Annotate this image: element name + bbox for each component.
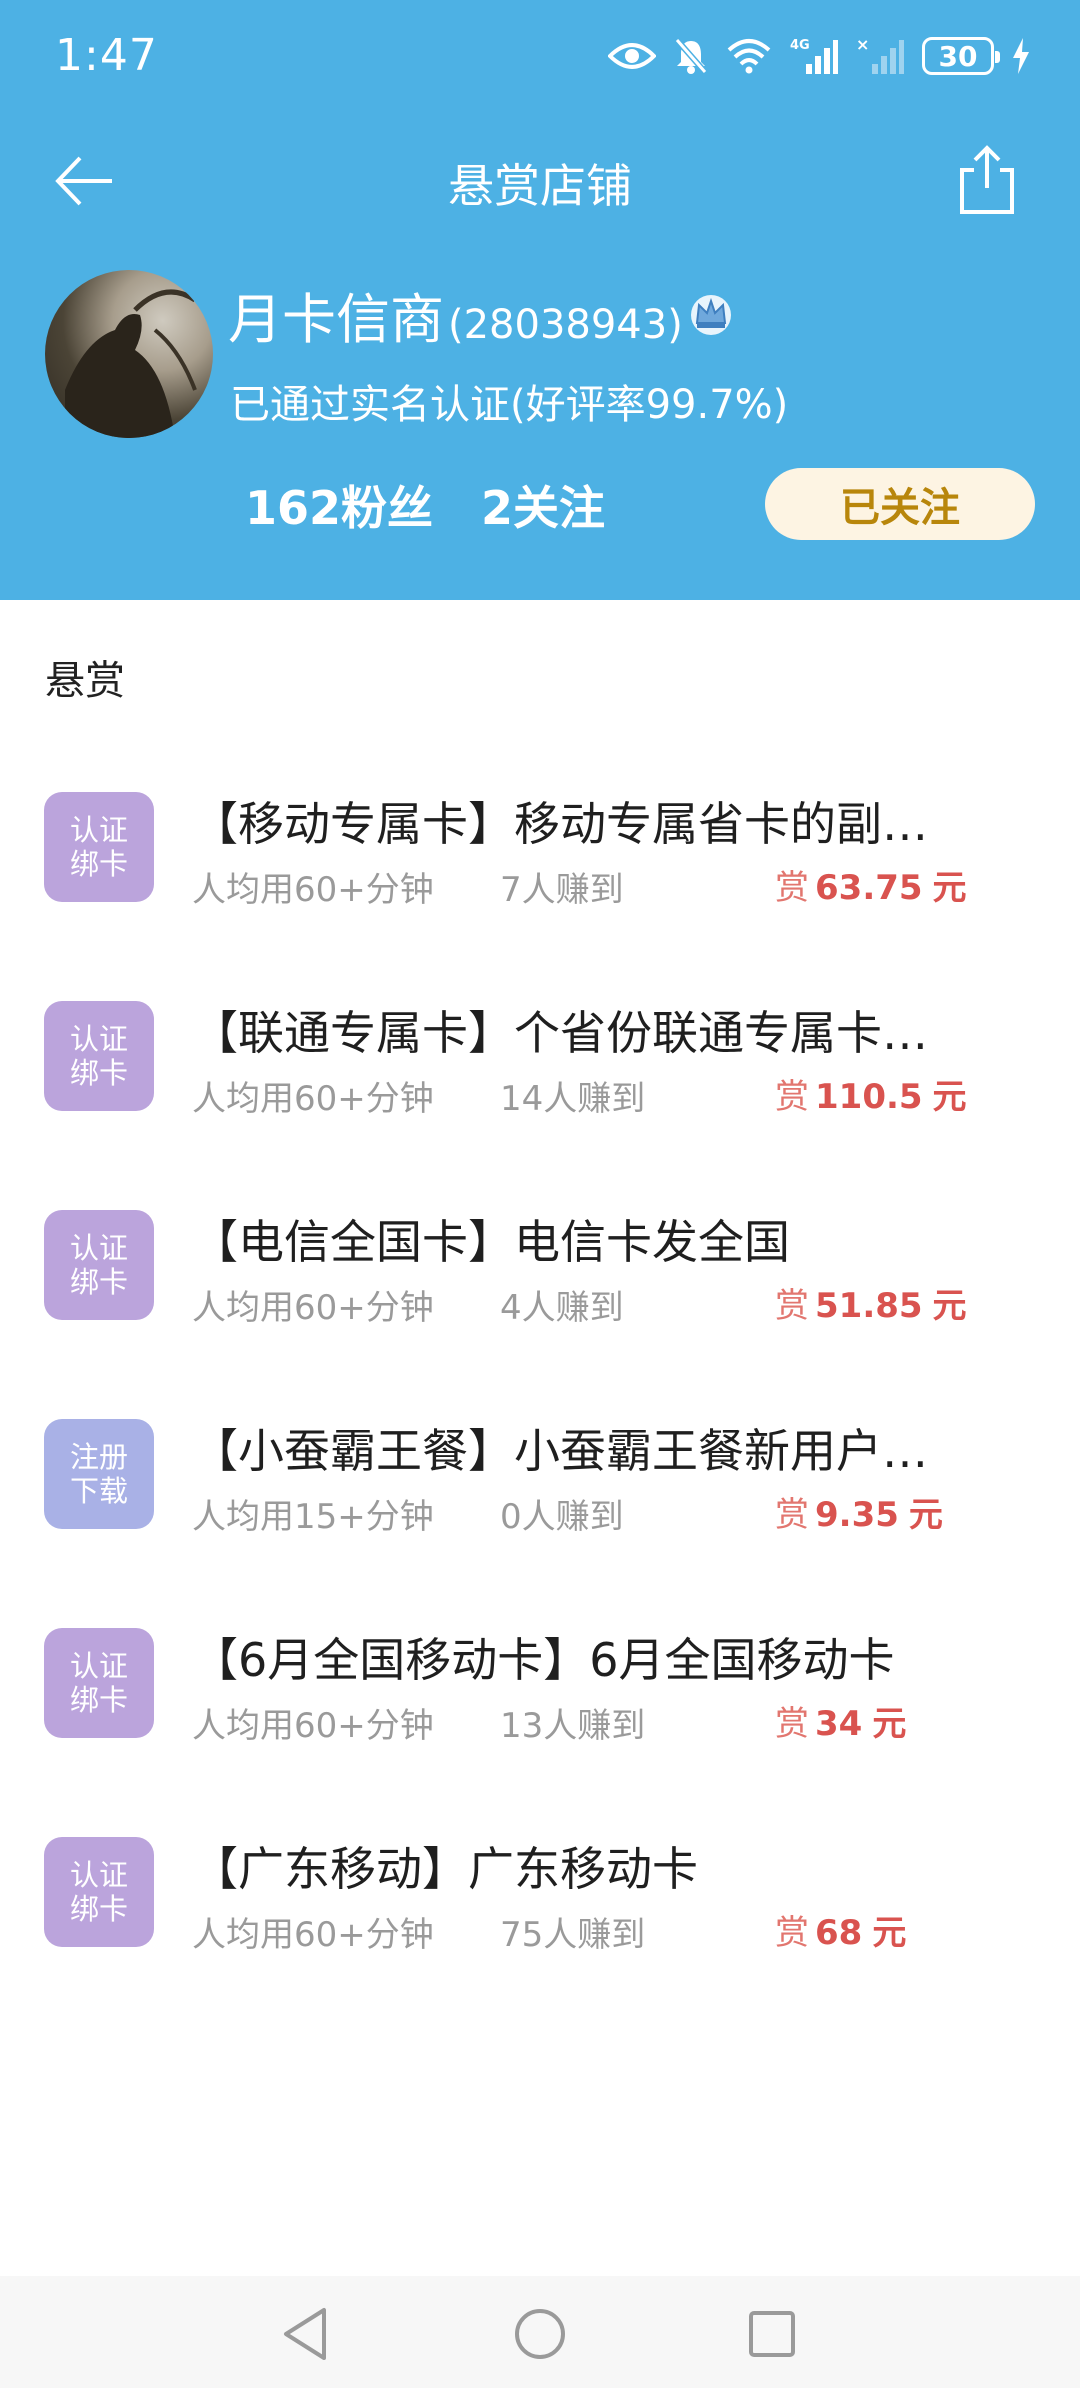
signal-4g-icon: 4G xyxy=(790,36,838,76)
shop-header: 1:47 4G × 30 悬赏店铺 月卡信商 (28038943) 已通过实名认… xyxy=(0,0,1080,600)
verify-text: 已通过实名认证(好评率99.7%) xyxy=(230,382,789,428)
task-type-badge: 认证 绑卡 xyxy=(44,1628,154,1738)
badge-line: 注册 xyxy=(69,1440,128,1474)
task-title: 【移动专属卡】移动专属省卡的副… xyxy=(192,797,928,851)
reward-unit: 元 xyxy=(908,1495,943,1535)
task-type-badge: 认证 绑卡 xyxy=(44,1001,154,1111)
task-earned: 14人赚到 xyxy=(500,1079,646,1119)
task-earned: 4人赚到 xyxy=(500,1288,624,1328)
network-label: 4G xyxy=(790,38,810,53)
task-time: 人均用60+分钟 xyxy=(192,870,434,910)
badge-line: 认证 xyxy=(69,813,128,847)
task-time: 人均用60+分钟 xyxy=(192,1915,434,1955)
reward-unit: 元 xyxy=(932,1286,967,1326)
navbar: 悬赏店铺 xyxy=(0,130,1080,230)
reward-tag: 赏 xyxy=(775,1077,809,1117)
stats: 162粉丝 2关注 xyxy=(245,472,605,538)
status-icons: 4G × 30 xyxy=(608,34,1030,78)
task-earned: 7人赚到 xyxy=(500,870,624,910)
badge-line: 绑卡 xyxy=(69,1892,128,1926)
reward-amount: 34 xyxy=(815,1704,863,1744)
reward-amount: 51.85 xyxy=(815,1286,923,1326)
task-earned: 75人赚到 xyxy=(500,1915,646,1955)
badge-line: 下载 xyxy=(69,1474,128,1508)
reward-tag: 赏 xyxy=(775,1704,809,1744)
task-item[interactable]: 注册 下载 【小蚕霸王餐】小蚕霸王餐新用户… 人均用15+分钟 0人赚到 赏 9… xyxy=(0,1377,1080,1586)
task-earned: 13人赚到 xyxy=(500,1706,646,1746)
page-title: 悬赏店铺 xyxy=(448,159,632,213)
task-title: 【6月全国移动卡】6月全国移动卡 xyxy=(192,1633,895,1687)
shop-name-row: 月卡信商 (28038943) xyxy=(228,275,735,354)
reward-amount: 68 xyxy=(815,1913,863,1953)
following-count[interactable]: 2关注 xyxy=(481,472,605,538)
reward-tag: 赏 xyxy=(775,868,809,908)
reward-unit: 元 xyxy=(872,1704,907,1744)
reward-amount: 9.35 xyxy=(815,1495,899,1535)
task-reward: 赏 9.35 元 xyxy=(775,1487,943,1536)
follow-button[interactable]: 已关注 xyxy=(765,468,1035,540)
task-title: 【联通专属卡】个省份联通专属卡… xyxy=(192,1006,928,1060)
share-icon[interactable] xyxy=(954,142,1020,218)
badge-line: 认证 xyxy=(69,1231,128,1265)
charging-icon xyxy=(1012,38,1030,74)
eye-icon xyxy=(608,40,656,72)
task-type-badge: 认证 绑卡 xyxy=(44,1837,154,1947)
battery-level: 30 xyxy=(938,39,978,73)
badge-line: 认证 xyxy=(69,1649,128,1683)
status-time: 1:47 xyxy=(55,30,158,81)
badge-line: 绑卡 xyxy=(69,847,128,881)
reward-tag: 赏 xyxy=(775,1495,809,1535)
task-time: 人均用60+分钟 xyxy=(192,1706,434,1746)
avatar[interactable] xyxy=(45,270,213,438)
recents-square-icon[interactable] xyxy=(742,2304,802,2364)
task-item[interactable]: 认证 绑卡 【6月全国移动卡】6月全国移动卡 人均用60+分钟 13人赚到 赏 … xyxy=(0,1586,1080,1795)
reward-amount: 63.75 xyxy=(815,868,923,908)
status-bar: 1:47 4G × 30 xyxy=(0,0,1080,120)
task-time: 人均用60+分钟 xyxy=(192,1079,434,1119)
battery-icon: 30 xyxy=(922,37,1000,75)
task-type-badge: 认证 绑卡 xyxy=(44,1210,154,1320)
wifi-icon xyxy=(726,38,772,74)
task-type-badge: 注册 下载 xyxy=(44,1419,154,1529)
badge-line: 认证 xyxy=(69,1022,128,1056)
back-triangle-icon[interactable] xyxy=(278,2304,338,2364)
badge-line: 绑卡 xyxy=(69,1265,128,1299)
badge-line: 绑卡 xyxy=(69,1056,128,1090)
task-time: 人均用15+分钟 xyxy=(192,1497,434,1537)
task-item[interactable]: 认证 绑卡 【移动专属卡】移动专属省卡的副… 人均用60+分钟 7人赚到 赏 6… xyxy=(0,750,1080,959)
svg-text:×: × xyxy=(856,36,869,54)
fans-count[interactable]: 162粉丝 xyxy=(245,472,433,538)
reward-unit: 元 xyxy=(872,1913,907,1953)
task-time: 人均用60+分钟 xyxy=(192,1288,434,1328)
shop-id: (28038943) xyxy=(448,302,683,348)
task-title: 【小蚕霸王餐】小蚕霸王餐新用户… xyxy=(192,1424,928,1478)
reward-tag: 赏 xyxy=(775,1286,809,1326)
task-reward: 赏 34 元 xyxy=(775,1696,906,1745)
home-circle-icon[interactable] xyxy=(510,2304,570,2364)
system-nav-bar xyxy=(0,2276,1080,2388)
task-list: 认证 绑卡 【移动专属卡】移动专属省卡的副… 人均用60+分钟 7人赚到 赏 6… xyxy=(0,750,1080,2004)
task-item[interactable]: 认证 绑卡 【联通专属卡】个省份联通专属卡… 人均用60+分钟 14人赚到 赏 … xyxy=(0,959,1080,1168)
task-reward: 赏 63.75 元 xyxy=(775,860,967,909)
crown-icon xyxy=(687,289,735,341)
signal-x-icon: × xyxy=(856,36,904,76)
reward-unit: 元 xyxy=(932,868,967,908)
task-reward: 赏 51.85 元 xyxy=(775,1278,967,1327)
badge-line: 绑卡 xyxy=(69,1683,128,1717)
task-type-badge: 认证 绑卡 xyxy=(44,792,154,902)
mute-bell-icon xyxy=(674,37,708,75)
task-item[interactable]: 认证 绑卡 【广东移动】广东移动卡 人均用60+分钟 75人赚到 赏 68 元 xyxy=(0,1795,1080,2004)
task-reward: 赏 68 元 xyxy=(775,1905,906,1954)
badge-line: 认证 xyxy=(69,1858,128,1892)
task-title: 【广东移动】广东移动卡 xyxy=(192,1842,698,1896)
section-title: 悬赏 xyxy=(45,658,125,704)
task-earned: 0人赚到 xyxy=(500,1497,624,1537)
task-reward: 赏 110.5 元 xyxy=(775,1069,967,1118)
reward-tag: 赏 xyxy=(775,1913,809,1953)
shop-name: 月卡信商 xyxy=(228,288,444,351)
reward-unit: 元 xyxy=(932,1077,967,1117)
task-item[interactable]: 认证 绑卡 【电信全国卡】电信卡发全国 人均用60+分钟 4人赚到 赏 51.8… xyxy=(0,1168,1080,1377)
task-title: 【电信全国卡】电信卡发全国 xyxy=(192,1215,790,1269)
reward-amount: 110.5 xyxy=(815,1077,923,1117)
